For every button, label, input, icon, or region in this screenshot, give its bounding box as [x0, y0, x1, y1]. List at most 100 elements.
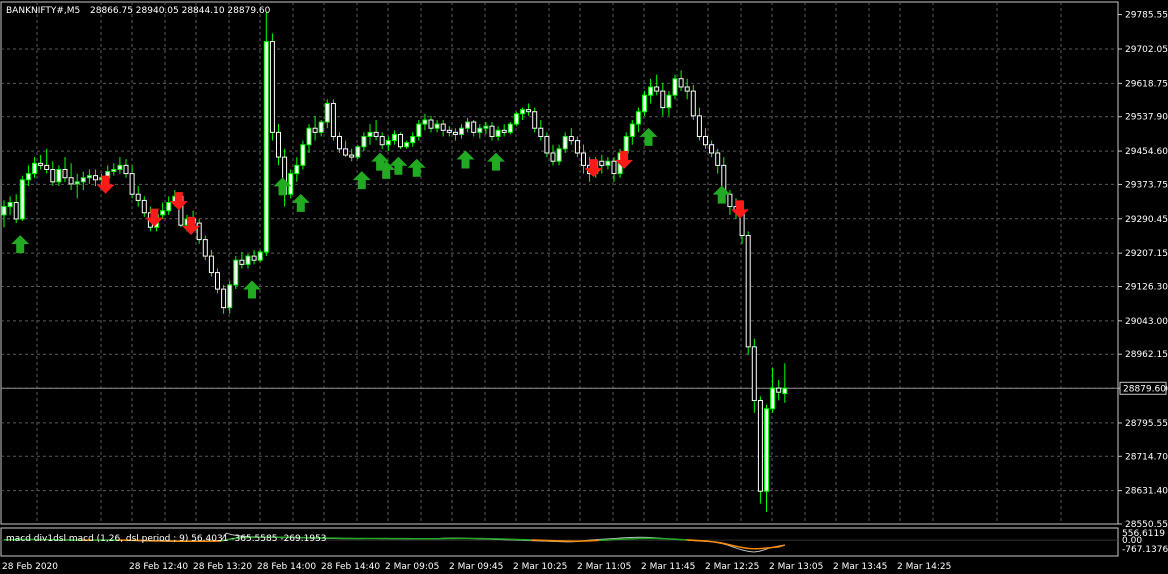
y-tick-label: 29537.90 — [1125, 113, 1168, 123]
x-tick-label: 28 Feb 14:40 — [321, 562, 380, 572]
candle-body — [239, 259, 245, 265]
candle-body — [764, 408, 769, 492]
chart-ohlc-label: 28866.75 28940.05 28844.10 28879.60 — [90, 6, 271, 16]
candle-body — [556, 148, 562, 162]
x-tick-label: 2 Mar 11:05 — [577, 562, 631, 572]
candle-body — [215, 272, 220, 290]
candle-body — [642, 94, 647, 113]
candle-body — [355, 146, 361, 158]
y-tick-label: 28714.70 — [1125, 452, 1168, 462]
candle-body — [568, 135, 574, 142]
candle-body — [690, 90, 696, 117]
candle-body — [337, 135, 342, 150]
y-tick-label: 28795.55 — [1125, 419, 1168, 429]
candle-body — [245, 255, 251, 265]
y-tick-label: 29126.30 — [1125, 283, 1168, 293]
candle-body — [86, 175, 92, 179]
current-price-label: 28879.60 — [1123, 384, 1166, 394]
candle-body — [257, 251, 263, 261]
candle-body — [727, 193, 733, 208]
candle-body — [489, 125, 495, 137]
candle-body — [379, 135, 385, 146]
macd-signal-segment — [769, 546, 775, 549]
candle-body — [495, 129, 501, 137]
macd-indicator-label: macd div1dsl macd (1,26, dsl period ; 9)… — [6, 534, 327, 544]
candle-body — [74, 181, 80, 185]
candle-body — [544, 135, 550, 154]
x-tick-label: 28 Feb 14:00 — [257, 562, 316, 572]
candle-body — [782, 387, 788, 395]
chart-symbol-label: BANKNIFTY#,M5 — [6, 6, 80, 16]
candle-body — [446, 129, 452, 133]
x-tick-label: 2 Mar 09:45 — [449, 562, 503, 572]
candle-body — [416, 123, 422, 137]
buy-signal-arrow-icon — [487, 152, 505, 171]
macd-axis-label: -767.1376 — [1122, 545, 1168, 555]
candle-body — [477, 127, 483, 133]
y-tick-label: 29454.60 — [1125, 147, 1168, 157]
buy-signal-arrow-icon — [389, 156, 408, 175]
y-tick-label: 29702.05 — [1125, 45, 1168, 55]
candle-body — [520, 109, 525, 115]
candle-body — [349, 154, 355, 158]
candle-body — [306, 127, 312, 146]
candle-body — [581, 152, 586, 166]
candle-body — [227, 284, 233, 309]
candle-body — [129, 173, 135, 195]
candle-body — [135, 193, 141, 201]
candle-body — [385, 140, 391, 146]
candle-body — [141, 199, 147, 214]
candle-body — [770, 387, 776, 410]
candle-body — [538, 127, 544, 137]
candle-body — [80, 177, 86, 183]
candle-body — [513, 113, 519, 125]
candle-body — [465, 121, 471, 129]
candle-body — [117, 164, 123, 170]
buy-signal-arrow-icon — [456, 150, 475, 169]
candle-body — [745, 234, 751, 348]
candle-body — [50, 168, 56, 183]
candle-body — [532, 111, 538, 129]
y-tick-label: 29207.15 — [1125, 249, 1168, 259]
trading-chart[interactable]: 29785.55 29702.05 29618.75 29537.90 29454.60… — [0, 0, 1168, 574]
candle-body — [263, 41, 269, 253]
x-tick-label: 28 Feb 2020 — [2, 562, 58, 572]
candle-body — [1, 206, 7, 216]
candle-body — [440, 123, 446, 131]
macd-signal-segment — [717, 541, 723, 545]
x-tick-label: 2 Mar 12:25 — [705, 562, 759, 572]
x-tick-label: 2 Mar 14:25 — [897, 562, 951, 572]
candle-body — [196, 222, 202, 241]
candle-body — [715, 152, 721, 166]
candle-body — [324, 102, 330, 123]
candle-body — [160, 210, 166, 216]
candle-body — [709, 144, 715, 154]
candle-body — [428, 119, 434, 129]
candle-body — [166, 201, 172, 212]
candle-body — [574, 140, 580, 154]
candle-body — [68, 177, 74, 185]
y-tick-label: 29785.55 — [1125, 11, 1168, 21]
candle-body — [696, 115, 702, 137]
x-tick-label: 2 Mar 11:45 — [641, 562, 695, 572]
y-tick-label: 28962.15 — [1125, 350, 1168, 360]
macd-signal-segment — [738, 545, 744, 549]
candle-body — [666, 94, 672, 109]
candle-body — [459, 127, 464, 135]
signal-arrows-layer — [11, 127, 749, 299]
macd-signal-segment — [707, 540, 713, 543]
candle-body — [526, 109, 532, 113]
y-tick-label: 28631.40 — [1125, 487, 1168, 497]
buy-signal-arrow-icon — [291, 193, 310, 212]
candle-body — [233, 259, 239, 286]
candle-body — [361, 135, 367, 148]
x-tick-label: 28 Feb 13:20 — [193, 562, 252, 572]
candle-body — [672, 78, 678, 96]
candle-body — [56, 168, 62, 183]
candle-body — [38, 162, 44, 166]
buy-signal-arrow-icon — [407, 158, 426, 177]
candle-body — [660, 90, 666, 109]
candle-body — [404, 142, 410, 148]
candle-body — [757, 399, 763, 492]
candle-body — [343, 148, 349, 156]
